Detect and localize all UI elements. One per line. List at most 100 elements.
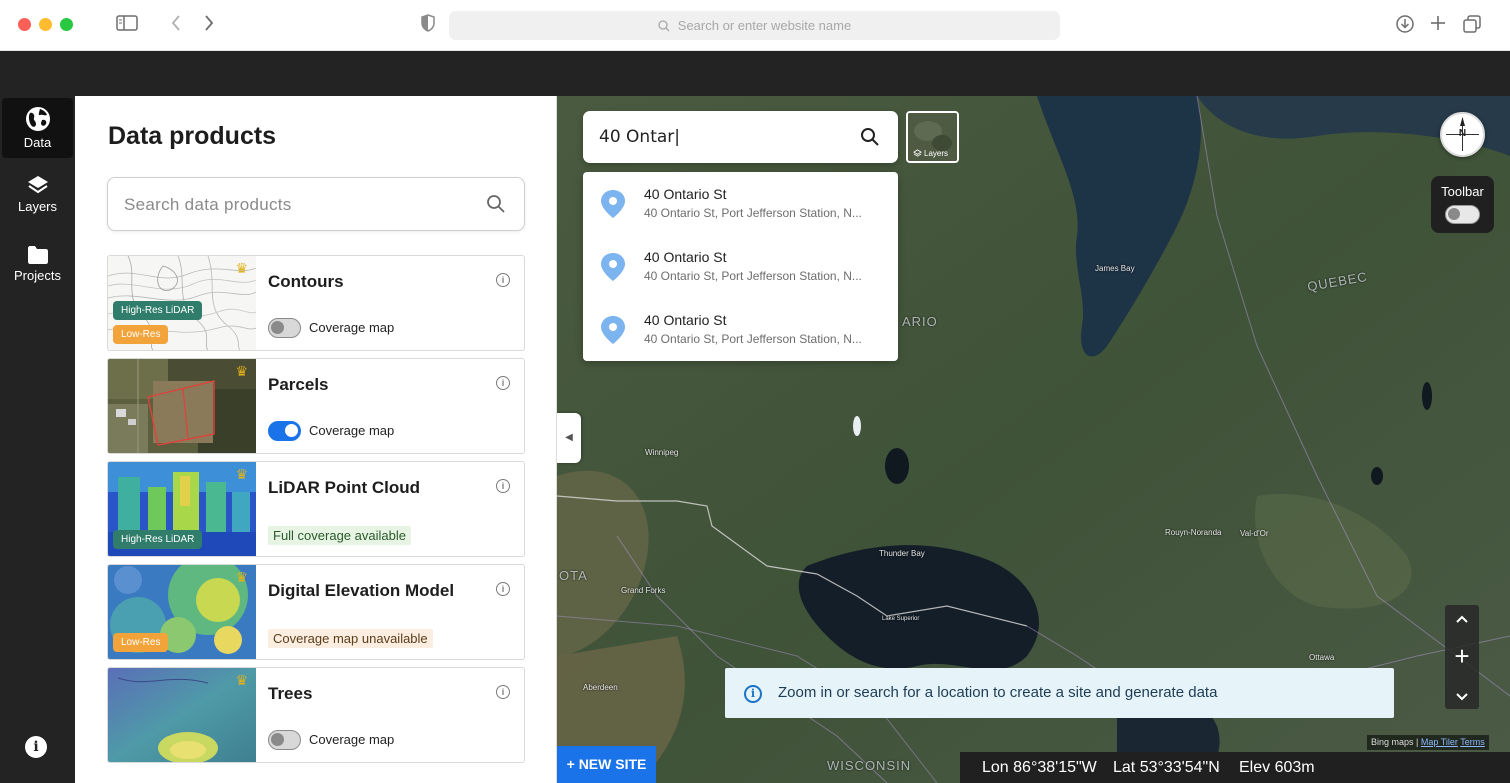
suggestion-item[interactable]: 40 Ontario St 40 Ontario St, Port Jeffer… <box>583 235 898 298</box>
browser-toolbar: Search or enter website name <box>0 0 1510 51</box>
longitude-readout: Lon 86°38'15"W <box>982 759 1097 776</box>
app-header <box>0 51 1510 96</box>
address-bar[interactable]: Search or enter website name <box>449 11 1060 40</box>
search-suggestions: 40 Ontario St 40 Ontario St, Port Jeffer… <box>583 172 898 361</box>
compass-north-label: N <box>1458 128 1467 139</box>
globe-icon <box>25 107 50 131</box>
toolbar-label: Toolbar <box>1441 184 1484 199</box>
product-card-trees[interactable]: ♛ Trees i Coverage map <box>107 667 525 763</box>
search-input[interactable] <box>124 192 464 218</box>
coverage-map-toggle[interactable] <box>268 730 301 750</box>
search-icon[interactable] <box>860 127 880 147</box>
coverage-map-toggle[interactable] <box>268 318 301 338</box>
coverage-map-label: Coverage map <box>309 320 395 335</box>
info-icon[interactable]: i <box>496 582 510 596</box>
suggestion-item[interactable]: 40 Ontario St 40 Ontario St, Port Jeffer… <box>583 298 898 361</box>
tag-low-res: Low-Res <box>113 633 169 652</box>
close-window-button[interactable] <box>18 18 31 31</box>
map-label-lake-superior: Lake Superior <box>882 616 920 622</box>
map-label-wisconsin: WISCONSIN <box>827 758 912 773</box>
tabs-overview-icon[interactable] <box>1462 14 1482 39</box>
coverage-map-label: Coverage map <box>309 732 395 747</box>
map-label-ottawa: Ottawa <box>1309 653 1335 662</box>
product-card-parcels[interactable]: ♛ Parcels i Coverage map <box>107 358 525 454</box>
map-search-box[interactable] <box>583 111 898 163</box>
suggestion-title: 40 Ontario St <box>644 249 727 265</box>
data-products-search[interactable] <box>107 177 525 231</box>
new-site-button[interactable]: + NEW SITE <box>557 746 656 783</box>
info-banner: i Zoom in or search for a location to cr… <box>725 668 1394 718</box>
tag-low-res: Low-Res <box>113 325 169 344</box>
layers-icon <box>913 149 922 157</box>
map-label-thunder-bay: Thunder Bay <box>879 549 925 558</box>
rail-item-label: Projects <box>14 268 61 283</box>
bing-maps-attribution: Bing maps | <box>1371 737 1419 747</box>
new-tab-icon[interactable] <box>1429 14 1447 37</box>
map-label-ontario: ARIO <box>902 314 938 329</box>
product-title: Digital Elevation Model <box>268 581 455 600</box>
info-icon[interactable]: i <box>496 479 510 493</box>
map-label-james-bay: James Bay <box>1095 264 1135 273</box>
dem-thumbnail: ♛ Low-Res <box>108 565 256 659</box>
rail-item-data[interactable]: Data <box>2 98 73 158</box>
zoom-in-button[interactable]: + <box>1445 643 1479 669</box>
toolbar-panel: Toolbar <box>1431 176 1494 233</box>
satellite-map[interactable]: QUEBEC ARIO James Bay Winnipeg Thunder B… <box>557 96 1510 783</box>
back-arrow-icon[interactable] <box>170 14 182 37</box>
map-attribution: Bing maps | Map Tiler Terms <box>1367 735 1489 750</box>
info-icon[interactable]: i <box>25 736 47 758</box>
rail-item-projects[interactable]: Projects <box>2 234 73 294</box>
suggestion-subtitle: 40 Ontario St, Port Jefferson Station, N… <box>644 332 862 346</box>
collapse-panel-button[interactable]: ◀ <box>557 413 581 463</box>
premium-crown-icon: ♛ <box>235 466 248 482</box>
download-icon[interactable] <box>1395 14 1415 39</box>
info-icon[interactable]: i <box>496 376 510 390</box>
chevron-up-icon[interactable] <box>1445 611 1479 629</box>
coverage-map-toggle[interactable] <box>268 421 301 441</box>
map-label-aberdeen: Aberdeen <box>583 683 618 692</box>
shield-icon[interactable] <box>421 14 435 37</box>
toolbar-toggle[interactable] <box>1445 205 1480 224</box>
suggestion-title: 40 Ontario St <box>644 186 727 202</box>
chevron-down-icon[interactable] <box>1445 689 1479 707</box>
sidebar-toggle-icon[interactable] <box>116 14 138 36</box>
product-card-digital-elevation-model[interactable]: ♛ Low-Res Digital Elevation Model i Cove… <box>107 564 525 660</box>
map-label-grand-forks: Grand Forks <box>621 586 666 595</box>
map-layers-button[interactable]: Layers <box>906 111 959 163</box>
search-icon[interactable] <box>486 194 506 214</box>
location-search-input[interactable] <box>599 124 849 150</box>
premium-crown-icon: ♛ <box>235 569 248 585</box>
parcels-thumbnail: ♛ <box>108 359 256 453</box>
address-placeholder: Search or enter website name <box>677 18 852 33</box>
suggestion-item[interactable]: 40 Ontario St 40 Ontario St, Port Jeffer… <box>583 172 898 235</box>
minimize-window-button[interactable] <box>39 18 52 31</box>
layers-icon <box>27 176 48 194</box>
info-icon[interactable]: i <box>496 273 510 287</box>
compass-button[interactable]: N <box>1440 112 1485 157</box>
forward-arrow-icon[interactable] <box>203 14 215 37</box>
premium-crown-icon: ♛ <box>235 260 248 276</box>
info-icon: i <box>744 685 762 703</box>
location-pin-icon <box>601 253 625 281</box>
maximize-window-button[interactable] <box>60 18 73 31</box>
maptiler-link[interactable]: Map Tiler <box>1421 737 1458 747</box>
left-rail: Data Layers Projects i <box>0 96 75 783</box>
product-title: Parcels <box>268 375 329 394</box>
map-label-ota: OTA <box>559 568 588 583</box>
product-card-lidar-point-cloud[interactable]: ♛ High-Res LiDAR LiDAR Point Cloud i Ful… <box>107 461 525 557</box>
map-label-winnipeg: Winnipeg <box>645 448 679 457</box>
coordinates-readout: Lon 86°38'15"W Lat 53°33'54"N Elev 603m <box>960 752 1510 783</box>
data-products-panel: Data products ♛ High-Res LiDAR Low-Res C… <box>75 96 557 783</box>
product-title: Contours <box>268 272 344 291</box>
coverage-map-label: Coverage map <box>309 423 395 438</box>
suggestion-subtitle: 40 Ontario St, Port Jefferson Station, N… <box>644 206 862 220</box>
lidar-thumbnail: ♛ High-Res LiDAR <box>108 462 256 556</box>
product-card-contours[interactable]: ♛ High-Res LiDAR Low-Res Contours i Cove… <box>107 255 525 351</box>
rail-item-layers[interactable]: Layers <box>2 164 73 224</box>
terms-link[interactable]: Terms <box>1460 737 1485 747</box>
elevation-readout: Elev 603m <box>1239 759 1315 776</box>
info-icon[interactable]: i <box>496 685 510 699</box>
map-label-val-dor: Val-d'Or <box>1240 529 1269 538</box>
coverage-status-chip: Full coverage available <box>268 526 411 545</box>
premium-crown-icon: ♛ <box>235 672 248 688</box>
